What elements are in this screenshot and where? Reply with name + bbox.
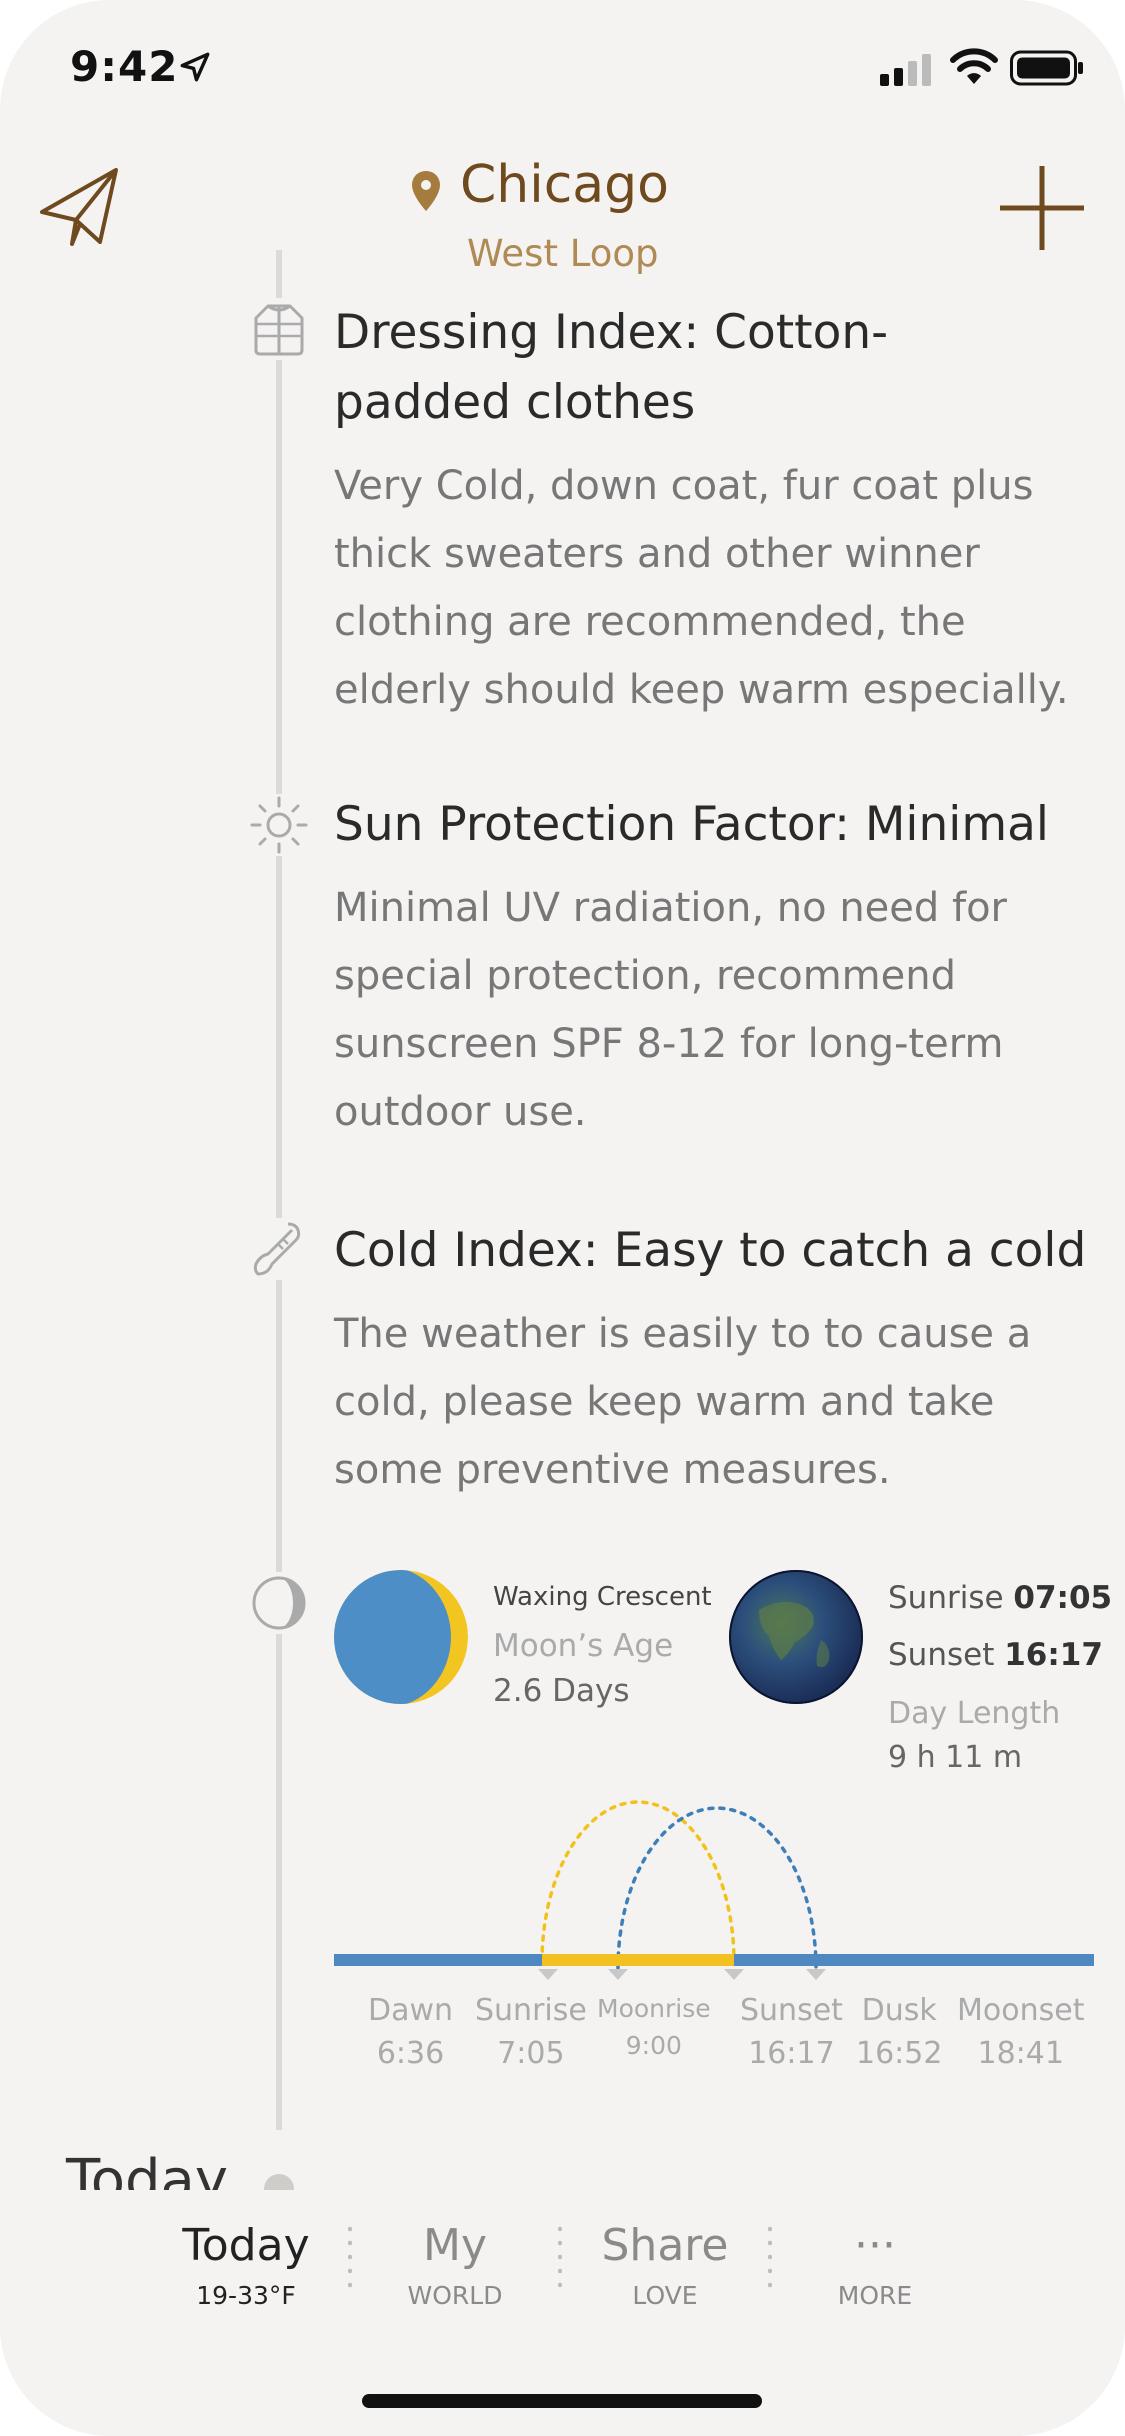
signal-icon: [880, 54, 931, 86]
marker-moonset: [806, 1969, 826, 1980]
day-bar: [542, 1954, 734, 1966]
day-length-label: Day Length: [888, 1696, 1061, 1731]
moon-age-value: 2.6 Days: [493, 1673, 630, 1709]
tab-today-label: Today: [182, 2220, 310, 2271]
moon-age-label: Moon’s Age: [493, 1628, 674, 1664]
moon-phase-icon: [248, 1572, 310, 1634]
tab-separator: [768, 2222, 772, 2292]
dressing-index-body: Very Cold, down coat, fur coat plus thic…: [334, 463, 1069, 713]
tab-my-world-sub: WORLD: [407, 2281, 503, 2310]
tab-my-world[interactable]: My WORLD: [355, 2220, 555, 2310]
more-dots-icon: ···: [854, 2220, 896, 2271]
dressing-index-title: Dressing Index: Cotton-padded clothes: [334, 305, 889, 430]
marker-sunset: [724, 1969, 744, 1980]
moon-image: [334, 1570, 468, 1704]
tick-sunrise: Sunrise 7:05: [475, 1993, 587, 2071]
earth-continents-icon: [729, 1570, 863, 1704]
app-screen: 9:42 Chicago West Loop Dressing Index: C…: [0, 0, 1125, 2436]
tab-share-label: Share: [601, 2220, 729, 2271]
sun-protection-body: Minimal UV radiation, no need for specia…: [334, 885, 1007, 1135]
sunrise-row: Sunrise 07:05: [888, 1580, 1113, 1616]
tick-moonrise: Moonrise 9:00: [597, 1994, 711, 2060]
status-time: 9:42: [70, 42, 179, 91]
tab-share-love[interactable]: Share LOVE: [565, 2220, 765, 2310]
city-name: Chicago: [460, 155, 669, 215]
home-indicator[interactable]: [362, 2394, 762, 2408]
tick-sunset: Sunset 16:17: [740, 1993, 843, 2071]
send-paper-plane-icon[interactable]: [36, 160, 124, 248]
tab-today-sub: 19-33°F: [196, 2281, 296, 2310]
tab-more-sub: MORE: [837, 2281, 913, 2310]
tab-separator: [558, 2222, 562, 2292]
sunset-row: Sunset 16:17: [888, 1637, 1103, 1673]
night-bar-left: [334, 1954, 542, 1966]
sun-protection-section: Sun Protection Factor: Minimal Minimal U…: [334, 790, 1094, 1146]
marker-sunrise: [538, 1969, 558, 1980]
cold-index-section: Cold Index: Easy to catch a cold The wea…: [334, 1216, 1094, 1504]
wifi-icon: [950, 48, 998, 84]
cold-index-body: The weather is easily to to cause a cold…: [334, 1311, 1032, 1493]
night-bar-right: [734, 1954, 1094, 1966]
tab-more[interactable]: ··· MORE: [775, 2220, 975, 2310]
tick-dawn: Dawn 6:36: [368, 1993, 454, 2071]
location-pin-icon: [412, 171, 440, 211]
jacket-icon: [248, 298, 310, 360]
add-city-plus-icon[interactable]: [996, 162, 1088, 254]
thermometer-icon: [248, 1218, 310, 1280]
tick-dusk: Dusk 16:52: [856, 1993, 943, 2071]
timeline-line: [276, 250, 282, 2130]
location-arrow-icon: [180, 52, 210, 82]
day-length-value: 9 h 11 m: [888, 1740, 1023, 1775]
tab-my-world-label: My: [422, 2220, 487, 2271]
tab-separator: [348, 2222, 352, 2292]
sun-icon: [248, 794, 310, 856]
status-bar: 9:42: [0, 0, 1125, 135]
tab-share-sub: LOVE: [632, 2281, 698, 2310]
tick-moonset: Moonset 18:41: [957, 1993, 1085, 2071]
cold-index-title: Cold Index: Easy to catch a cold: [334, 1223, 1087, 1278]
dressing-index-section: Dressing Index: Cotton-padded clothes Ve…: [334, 298, 1094, 724]
district-name: West Loop: [467, 232, 659, 275]
marker-moonrise: [608, 1969, 628, 1980]
moon-phase-name: Waxing Crescent: [493, 1582, 712, 1612]
sun-protection-title: Sun Protection Factor: Minimal: [334, 797, 1049, 852]
sun-arc: [540, 1800, 736, 1964]
battery-icon: [1010, 50, 1083, 86]
earth-image: [729, 1570, 863, 1704]
tab-today[interactable]: Today 19-33°F: [146, 2220, 346, 2310]
moon-arc: [616, 1806, 818, 1970]
sun-moon-arc-chart: [334, 1800, 1094, 1980]
